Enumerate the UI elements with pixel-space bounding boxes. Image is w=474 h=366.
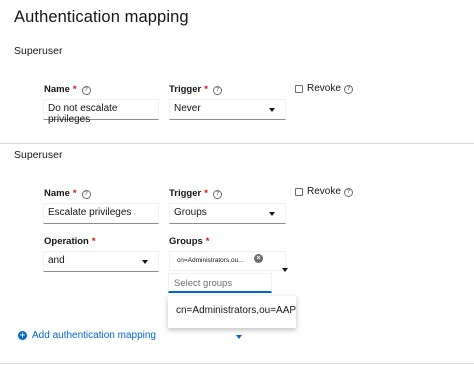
section-divider [0, 143, 474, 144]
required-mark: * [72, 188, 77, 199]
mapping-1-revoke-checkbox[interactable] [295, 85, 303, 93]
plus-circle-icon[interactable]: + [18, 331, 27, 340]
mapping-2-revoke-checkbox[interactable] [295, 188, 303, 196]
mapping-2-operation-label: Operation * [44, 236, 96, 247]
caret-down-icon [269, 212, 275, 216]
mapping-2-trigger-label: Trigger *? [169, 188, 222, 199]
mapping-2-section-title: Superuser [14, 149, 63, 161]
required-mark: * [72, 84, 77, 95]
footer-divider [0, 363, 474, 364]
mapping-1-name-input[interactable]: Do not escalate privileges [43, 99, 159, 125]
help-icon[interactable]: ? [81, 86, 91, 95]
help-icon[interactable]: ? [343, 85, 353, 94]
page-title: Authentication mapping [14, 8, 189, 26]
required-mark: * [91, 236, 96, 247]
caret-down-icon [142, 260, 148, 264]
caret-down-icon[interactable] [282, 268, 288, 272]
close-icon[interactable]: × [254, 254, 263, 263]
groups-search-input[interactable]: Select groups [168, 273, 272, 293]
mapping-1-revoke-label: Revoke? [307, 83, 353, 94]
mapping-2-name-label: Name *? [44, 188, 91, 199]
mapping-2-name-input[interactable]: Escalate privileges [43, 203, 159, 224]
groups-dropdown-menu: cn=Administrators,ou=AAP [168, 296, 296, 328]
mapping-2-groups-label: Groups * [169, 236, 210, 247]
mapping-1-trigger-label: Trigger *? [169, 84, 222, 95]
mapping-2-revoke-label: Revoke? [307, 186, 353, 197]
mapping-2-trigger-value: Groups [174, 207, 207, 218]
help-icon[interactable]: ? [81, 190, 91, 199]
required-mark: * [204, 84, 208, 95]
groups-menu-option[interactable]: cn=Administrators,ou=AAP [176, 305, 296, 316]
mapping-1-section-title: Superuser [14, 45, 63, 57]
mapping-2-trigger-select[interactable]: Groups [169, 203, 286, 224]
required-mark: * [205, 236, 210, 247]
help-icon[interactable]: ? [212, 190, 222, 199]
mapping-2-operation-select[interactable]: and [43, 251, 159, 272]
mapping-1-name-label: Name *? [44, 84, 91, 95]
mapping-1-trigger-value: Never [174, 103, 201, 114]
help-icon[interactable]: ? [343, 188, 353, 197]
add-authentication-mapping-link[interactable]: Add authentication mapping [32, 330, 156, 341]
mapping-1-trigger-select[interactable]: Never [169, 99, 286, 120]
help-icon[interactable]: ? [212, 86, 222, 95]
caret-down-icon[interactable] [236, 335, 242, 339]
group-chip: cn=Administrators,ou... [177, 257, 244, 264]
required-mark: * [204, 188, 208, 199]
mapping-2-operation-value: and [48, 255, 65, 266]
caret-down-icon [269, 108, 275, 112]
